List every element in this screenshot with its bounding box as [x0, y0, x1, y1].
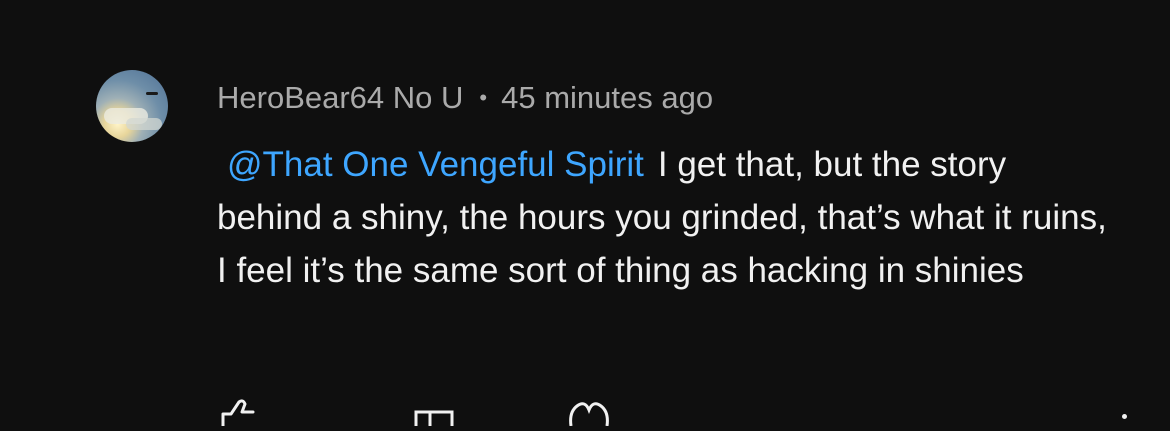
- comment-timestamp[interactable]: 45 minutes ago: [501, 80, 713, 115]
- mention-link[interactable]: @That One Vengeful Spirit: [227, 145, 644, 184]
- avatar-cloud: [126, 118, 162, 130]
- avatar-plane: [146, 92, 158, 95]
- heart-icon[interactable]: [567, 396, 611, 431]
- comment-header: HeroBear64 No U • 45 minutes ago: [217, 78, 713, 118]
- comment-thread-item: HeroBear64 No U • 45 minutes ago @That One…: [0, 0, 1170, 428]
- separator-dot: •: [479, 85, 488, 110]
- author-name[interactable]: HeroBear64 No U: [217, 80, 463, 115]
- thumbs-up-icon[interactable]: [217, 396, 257, 431]
- comment-actions: [217, 396, 1157, 428]
- avatar[interactable]: [96, 70, 168, 142]
- comment-body: @That One Vengeful Spirit I get that, but…: [217, 138, 1117, 297]
- thumbs-down-icon[interactable]: [412, 396, 456, 431]
